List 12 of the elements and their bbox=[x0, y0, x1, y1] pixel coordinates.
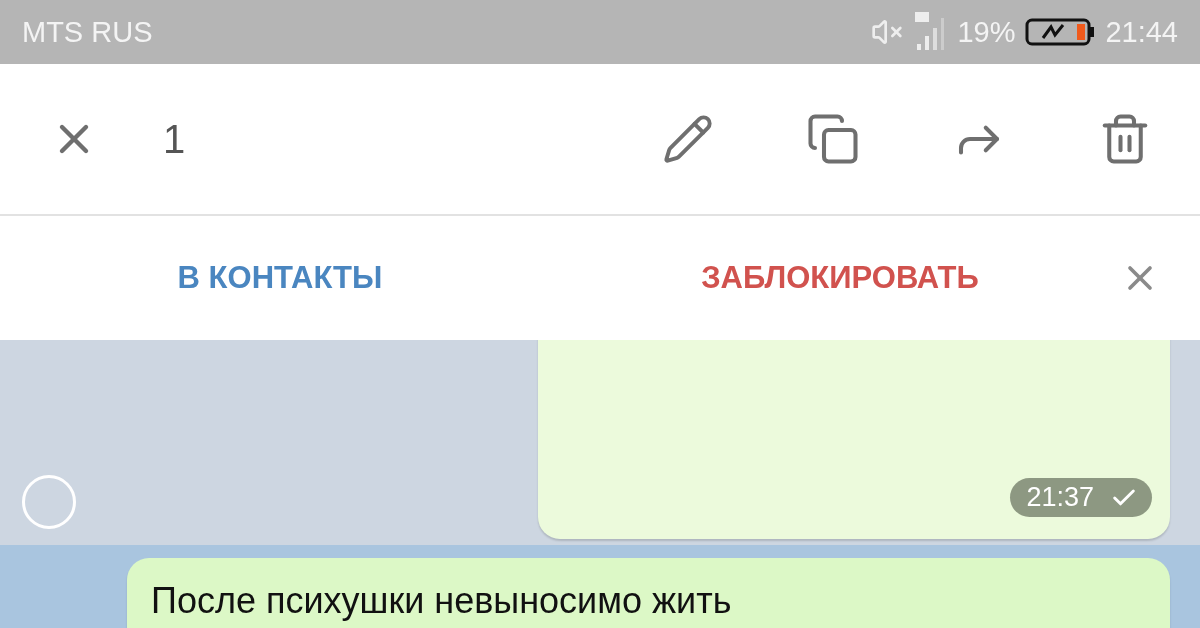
block-button[interactable]: ЗАБЛОКИРОВАТЬ bbox=[691, 252, 989, 304]
message-time: 21:37 bbox=[1026, 482, 1094, 513]
copy-icon[interactable] bbox=[806, 112, 860, 166]
pencil-icon[interactable] bbox=[662, 113, 714, 165]
battery-percent: 19% bbox=[957, 15, 1016, 49]
carrier-name: MTS RUS bbox=[22, 15, 154, 49]
message-text: После психушки невыносимо жить bbox=[151, 580, 733, 622]
add-contact-button[interactable]: В КОНТАКТЫ bbox=[167, 252, 393, 304]
clock: 21:44 bbox=[1105, 15, 1178, 49]
selected-row-highlight[interactable]: После психушки невыносимо жить bbox=[0, 545, 1200, 628]
selection-count: 1 bbox=[163, 116, 187, 162]
battery-icon bbox=[1025, 17, 1096, 47]
